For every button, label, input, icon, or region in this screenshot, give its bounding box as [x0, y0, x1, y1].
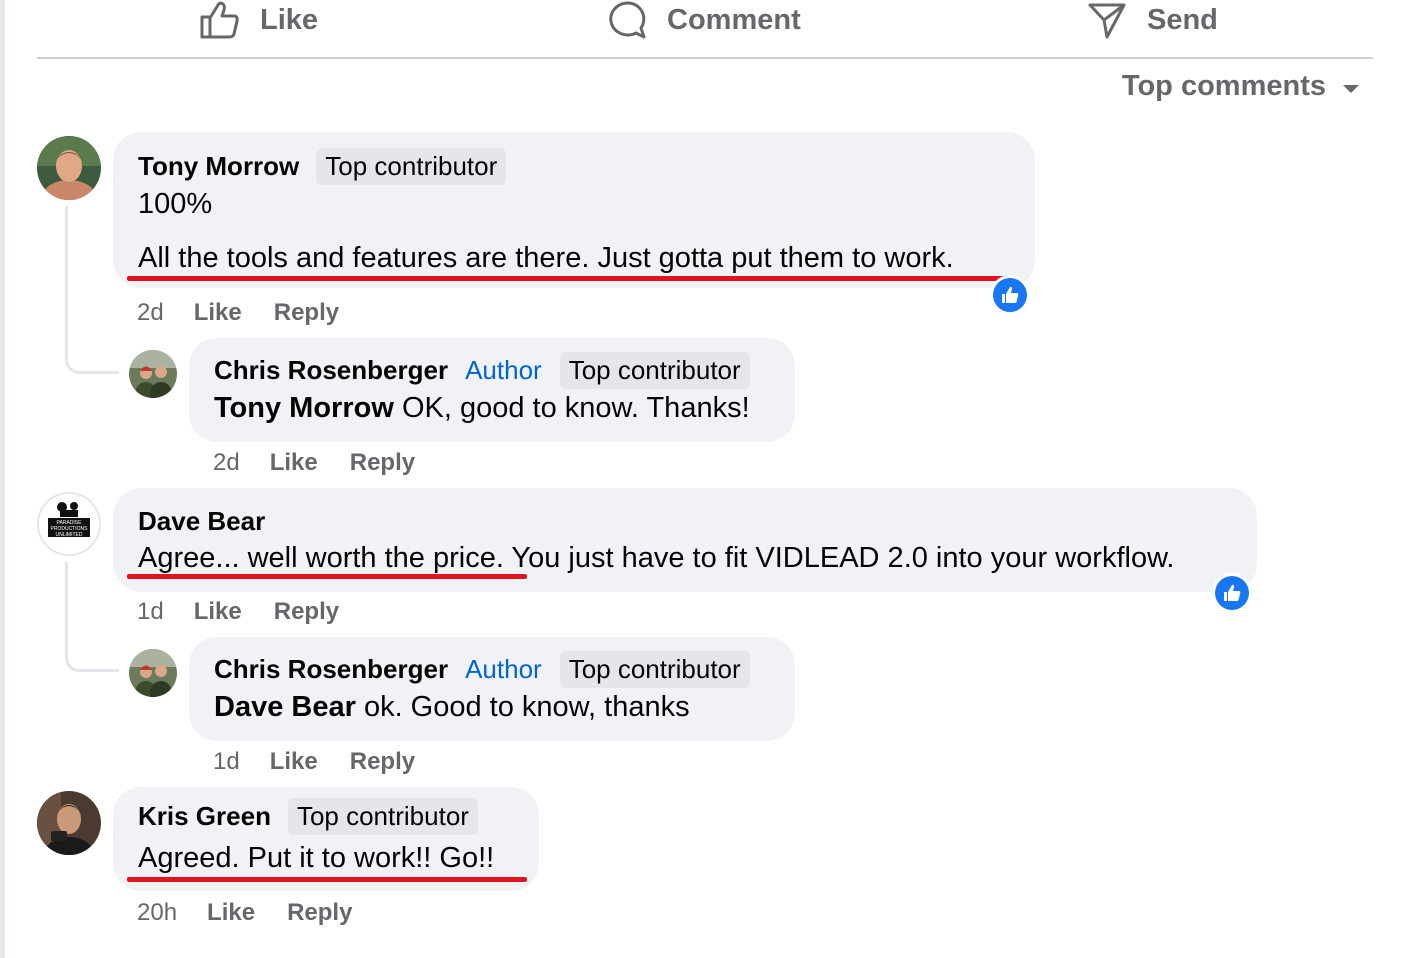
comment-text: Agree... well worth the price. You just …	[138, 542, 1174, 575]
comment-bubble: Tony Morrow Top contributor 100% All the…	[113, 132, 1035, 288]
reply-thread-line	[65, 206, 119, 374]
like-reaction-icon	[1002, 286, 1019, 303]
mention-link[interactable]: Tony Morrow	[214, 392, 394, 424]
send-action-button[interactable]: Send	[1087, 0, 1218, 40]
like-link[interactable]: Like	[194, 598, 242, 626]
comment-bubble: Kris Green Top contributor Agreed. Put i…	[113, 787, 539, 891]
reply-body: OK, good to know. Thanks!	[401, 392, 750, 424]
comment-meta: 1d Like Reply	[213, 748, 415, 776]
red-underline-annotation	[127, 877, 527, 882]
comment-meta: 2d Like Reply	[137, 299, 339, 327]
avatar[interactable]	[37, 136, 101, 200]
avatar-logo-text: UNLIMITED	[56, 532, 83, 538]
comment-timestamp[interactable]: 20h	[137, 899, 177, 927]
like-reaction-icon	[1224, 584, 1241, 601]
red-underline-annotation	[127, 574, 527, 579]
commenter-name[interactable]: Tony Morrow	[138, 151, 299, 182]
top-contributor-badge[interactable]: Top contributor	[316, 148, 507, 185]
commenter-name[interactable]: Chris Rosenberger	[214, 355, 448, 386]
avatar[interactable]	[129, 350, 177, 398]
like-reaction-badge[interactable]	[1212, 573, 1252, 613]
sort-label: Top comments	[1121, 70, 1326, 102]
comment-timestamp[interactable]: 1d	[213, 748, 240, 776]
author-badge: Author	[465, 654, 542, 684]
comment-text: 100%	[138, 188, 213, 220]
reply-link[interactable]: Reply	[274, 598, 339, 626]
comment-meta: 20h Like Reply	[137, 899, 352, 927]
avatar[interactable]: PARADISE PRODUCTIONS UNLIMITED	[37, 492, 101, 556]
top-contributor-badge[interactable]: Top contributor	[559, 352, 750, 389]
reply-link[interactable]: Reply	[350, 748, 415, 776]
top-contributor-badge[interactable]: Top contributor	[559, 651, 750, 688]
comment-timestamp[interactable]: 2d	[213, 449, 240, 477]
like-reaction-badge[interactable]	[990, 275, 1030, 315]
comment-text-part: Agree... well worth the price.	[138, 542, 504, 574]
like-link[interactable]: Like	[207, 899, 255, 927]
comment-action-label: Comment	[667, 3, 801, 36]
thumbs-up-icon	[200, 1, 239, 39]
comment-sort-dropdown[interactable]: Top comments	[1122, 70, 1360, 103]
commenter-name[interactable]: Kris Green	[138, 801, 271, 832]
reply-link[interactable]: Reply	[274, 299, 339, 327]
author-badge: Author	[465, 355, 542, 385]
like-link[interactable]: Like	[270, 449, 318, 477]
commenter-name[interactable]: Dave Bear	[138, 506, 265, 537]
comment-icon	[609, 1, 646, 39]
send-action-label: Send	[1147, 3, 1218, 36]
red-underline-annotation	[127, 276, 1011, 281]
like-link[interactable]: Like	[194, 299, 242, 327]
avatar[interactable]	[129, 649, 177, 697]
reply-thread-line	[65, 562, 119, 672]
comment-action-button[interactable]: Comment	[607, 0, 801, 40]
mention-link[interactable]: Dave Bear	[214, 691, 356, 723]
comment-timestamp[interactable]: 1d	[137, 598, 164, 626]
commenter-name[interactable]: Chris Rosenberger	[214, 654, 448, 685]
comment-meta: 1d Like Reply	[137, 598, 339, 626]
comment-text: All the tools and features are there. Ju…	[138, 242, 954, 274]
send-icon	[1088, 3, 1126, 39]
caret-down-icon	[1343, 84, 1359, 93]
comment-text-part: You just have to fit VIDLEAD 2.0 into yo…	[503, 542, 1175, 574]
comment-text: Agreed. Put it to work!! Go!!	[138, 842, 495, 874]
reply-body: ok. Good to know, thanks	[363, 691, 690, 723]
reply-bubble: Chris Rosenberger Author Top contributor…	[189, 338, 795, 442]
post-action-bar: Like Comment Send	[37, 0, 1373, 59]
left-edge-divider	[0, 0, 5, 958]
avatar[interactable]	[37, 791, 101, 855]
top-contributor-badge[interactable]: Top contributor	[287, 798, 478, 835]
comment-text: Dave Bear ok. Good to know, thanks	[214, 691, 690, 724]
like-link[interactable]: Like	[270, 748, 318, 776]
reply-bubble: Chris Rosenberger Author Top contributor…	[189, 637, 795, 741]
reply-link[interactable]: Reply	[350, 449, 415, 477]
like-action-button[interactable]: Like	[200, 0, 318, 40]
like-action-label: Like	[260, 3, 319, 36]
comment-timestamp[interactable]: 2d	[137, 299, 164, 327]
comment-meta: 2d Like Reply	[213, 449, 415, 477]
comment-text: Tony Morrow OK, good to know. Thanks!	[214, 392, 750, 425]
reply-link[interactable]: Reply	[287, 899, 352, 927]
